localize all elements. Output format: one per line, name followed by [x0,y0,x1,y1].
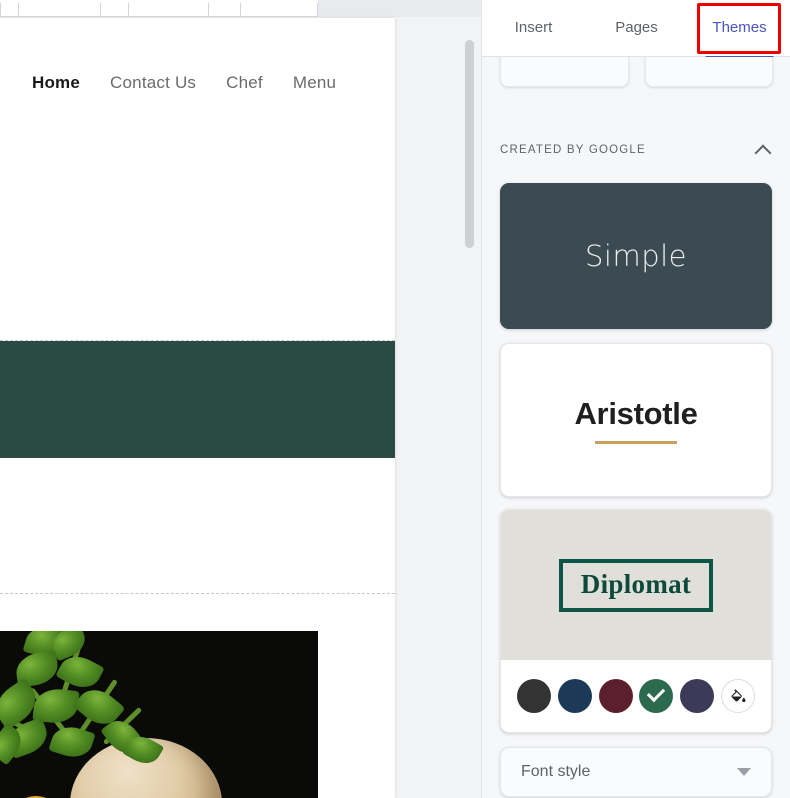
horizontal-ruler[interactable] [0,0,481,17]
hero-banner-block[interactable] [0,341,395,458]
tab-themes[interactable]: Themes [688,0,790,60]
tab-insert[interactable]: Insert [482,0,585,57]
theme-card-simple[interactable]: Simple [500,183,772,329]
site-nav-item-chef[interactable]: Chef [226,73,263,93]
theme-name-simple: Simple [584,239,688,273]
paint-bucket-icon [731,689,746,703]
color-swatch-indigo[interactable] [680,679,715,713]
app-root: Home Contact Us Chef Menu Insert Pages T… [0,0,790,798]
site-nav-item-home[interactable]: Home [32,73,80,93]
themes-side-panel: Insert Pages Themes CREATED BY GOOGLE Si… [481,0,790,798]
site-page-canvas[interactable]: Home Contact Us Chef Menu [0,18,395,798]
canvas-scrollbar-thumb[interactable] [465,40,474,248]
food-photo-block[interactable] [0,631,318,798]
site-nav-item-contact-us[interactable]: Contact Us [110,73,196,93]
tab-pages[interactable]: Pages [585,0,688,57]
font-style-value: Font style [521,763,591,780]
color-swatch-navy[interactable] [557,679,592,713]
theme-card-diplomat[interactable]: Diplomat [500,509,772,733]
ruler-tick [18,3,19,17]
canvas-scrollbar-track[interactable] [465,18,478,798]
theme-name-diplomat: Diplomat [580,568,692,599]
color-swatch-maroon[interactable] [598,679,633,713]
theme-card-aristotle[interactable]: Aristotle [500,343,772,497]
site-nav-item-menu[interactable]: Menu [293,73,336,93]
diplomat-thumbnail: Diplomat [501,510,771,660]
custom-color-button[interactable] [720,679,755,713]
chevron-down-icon[interactable] [737,768,751,776]
theme-name-aristotle: Aristotle [574,396,698,431]
ruler-tick [128,3,129,17]
theme-color-swatch-row [501,660,771,732]
site-editor-canvas: Home Contact Us Chef Menu [0,0,481,798]
color-swatch-charcoal[interactable] [517,679,551,713]
ruler-tick [100,3,101,17]
theme-list-scroll-area[interactable]: CREATED BY GOOGLE Simple Aristotle Diplo… [482,57,790,798]
chevron-up-icon[interactable] [753,140,773,160]
ruler-margin-shade [318,0,481,17]
created-by-google-section-header[interactable]: CREATED BY GOOGLE [482,135,790,165]
color-swatch-green-selected[interactable] [639,679,674,713]
ruler-tick [0,3,1,17]
section-boundary-line [0,593,395,594]
aristotle-accent-rule [595,441,677,444]
site-navigation-bar: Home Contact Us Chef Menu [0,56,395,110]
theme-card-partial[interactable] [644,57,773,87]
ruler-tick [240,3,241,17]
diplomat-logo-box: Diplomat [558,558,714,612]
theme-card-partial[interactable] [500,57,629,87]
section-title: CREATED BY GOOGLE [500,144,646,156]
panel-tab-bar: Insert Pages Themes [482,0,790,60]
ruler-tick [208,3,209,17]
font-style-select[interactable]: Font style [500,747,772,797]
theme-cards-partial-row [482,57,790,87]
ruler-tick [317,3,318,17]
celery-leaf [48,721,96,763]
